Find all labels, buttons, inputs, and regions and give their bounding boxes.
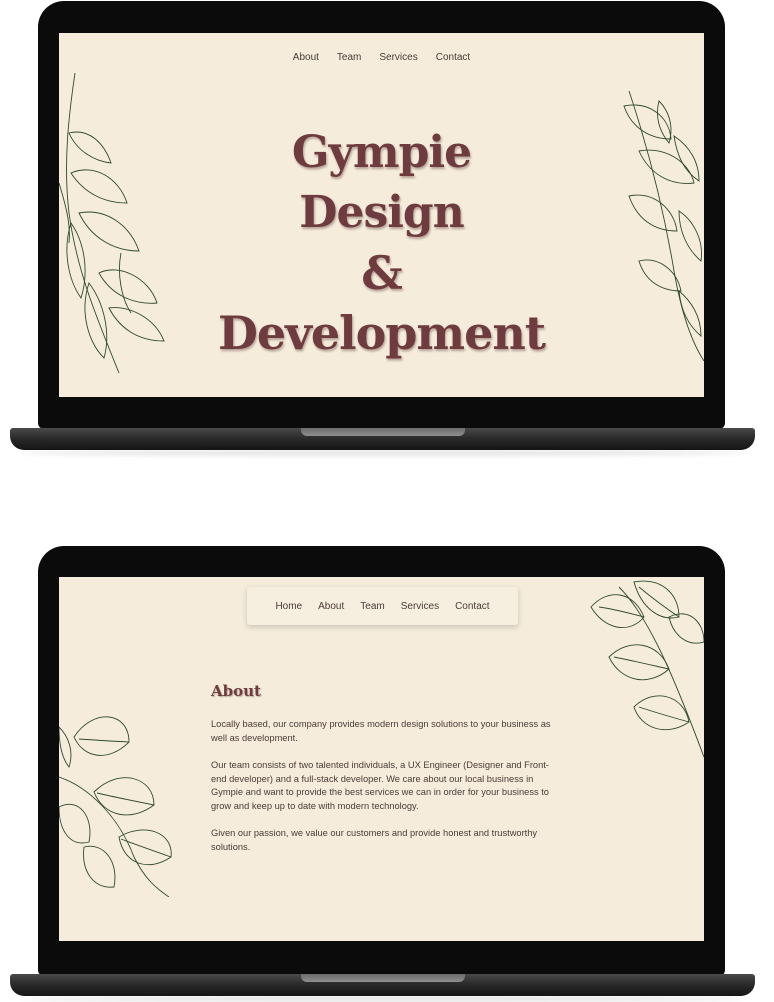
nav-link-home[interactable]: Home (275, 601, 302, 612)
nav-link-services[interactable]: Services (379, 52, 417, 63)
laptop-mockup-hero: About Team Services Contact Gympie Desig… (0, 0, 774, 460)
about-nav: Home About Team Services Contact (247, 587, 518, 625)
hero-title-line: Design (299, 187, 464, 238)
nav-link-services[interactable]: Services (401, 601, 439, 612)
nav-link-contact[interactable]: Contact (436, 52, 470, 63)
leaf-illustration-icon (590, 580, 704, 757)
nav-link-team[interactable]: Team (360, 601, 384, 612)
hero-nav: About Team Services Contact (59, 52, 704, 63)
about-heading: About (211, 682, 261, 700)
about-paragraph: Our team consists of two talented indivi… (211, 760, 549, 811)
hero-title: Gympie Design & Development (59, 123, 704, 363)
about-paragraph: Locally based, our company provides mode… (211, 719, 551, 743)
laptop-notch (301, 428, 465, 436)
laptop-shadow (20, 450, 745, 456)
laptop-shadow (20, 996, 745, 1002)
laptop-notch (301, 974, 465, 982)
nav-link-about[interactable]: About (318, 601, 344, 612)
nav-link-contact[interactable]: Contact (455, 601, 489, 612)
laptop-mockup-about: Home About Team Services Contact About L… (0, 546, 774, 1002)
about-screen: Home About Team Services Contact About L… (59, 577, 704, 941)
hero-screen: About Team Services Contact Gympie Desig… (59, 33, 704, 397)
nav-link-about[interactable]: About (293, 52, 319, 63)
hero-title-line: Development (217, 306, 546, 360)
about-section: About Locally based, our company provide… (211, 682, 561, 868)
about-paragraph: Given our passion, we value our customer… (211, 828, 538, 852)
laptop-bezel: About Team Services Contact Gympie Desig… (38, 1, 725, 429)
laptop-base (10, 428, 755, 450)
laptop-base (10, 974, 755, 996)
leaf-illustration-icon (59, 716, 172, 897)
laptop-bezel: Home About Team Services Contact About L… (38, 546, 725, 976)
nav-link-team[interactable]: Team (337, 52, 361, 63)
hero-title-line: & (361, 246, 403, 300)
hero-title-line: Gympie (291, 127, 472, 178)
